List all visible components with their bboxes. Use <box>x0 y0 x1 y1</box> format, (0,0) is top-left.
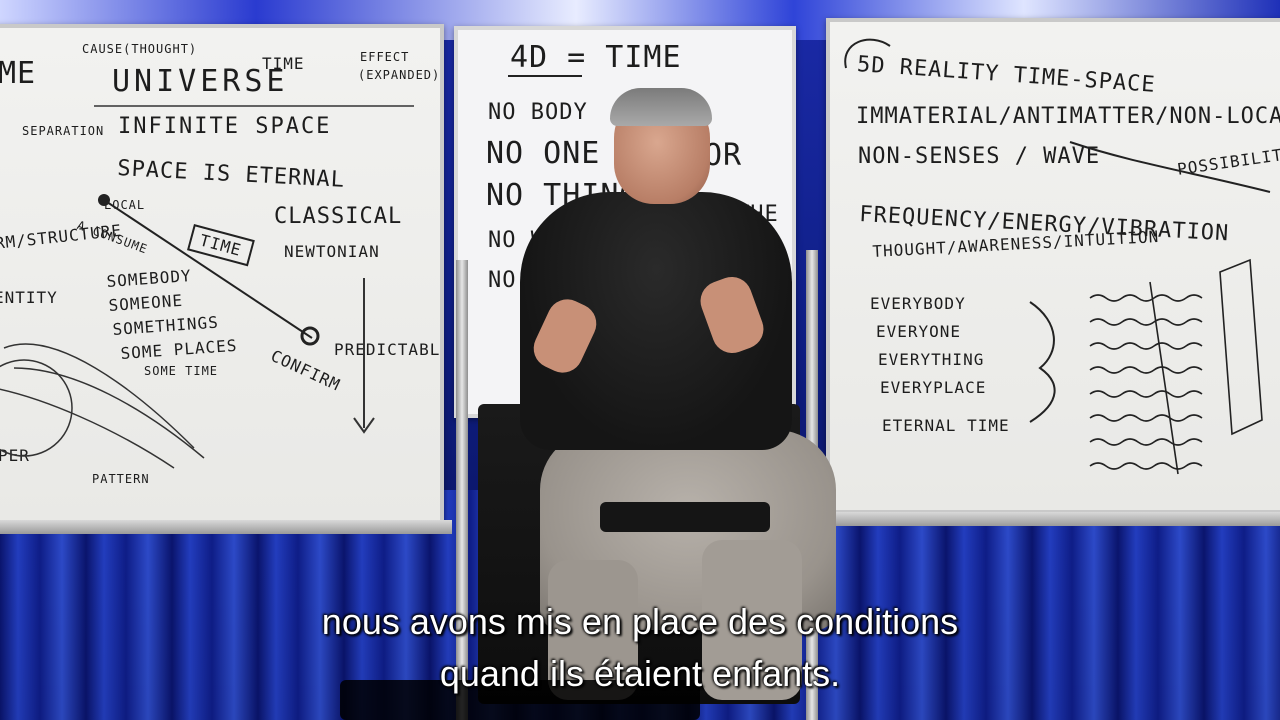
subtitles: nous avons mis en place des conditions q… <box>0 596 1280 700</box>
video-frame[interactable]: ME CAUSE(THOUGHT) UNIVERSE TIME EFFECT (… <box>0 0 1280 720</box>
subtitle-line: nous avons mis en place des conditions <box>321 601 959 642</box>
presenter-hair <box>610 88 712 126</box>
subtitle-line: quand ils étaient enfants. <box>439 653 841 694</box>
stool-seat <box>600 502 770 532</box>
